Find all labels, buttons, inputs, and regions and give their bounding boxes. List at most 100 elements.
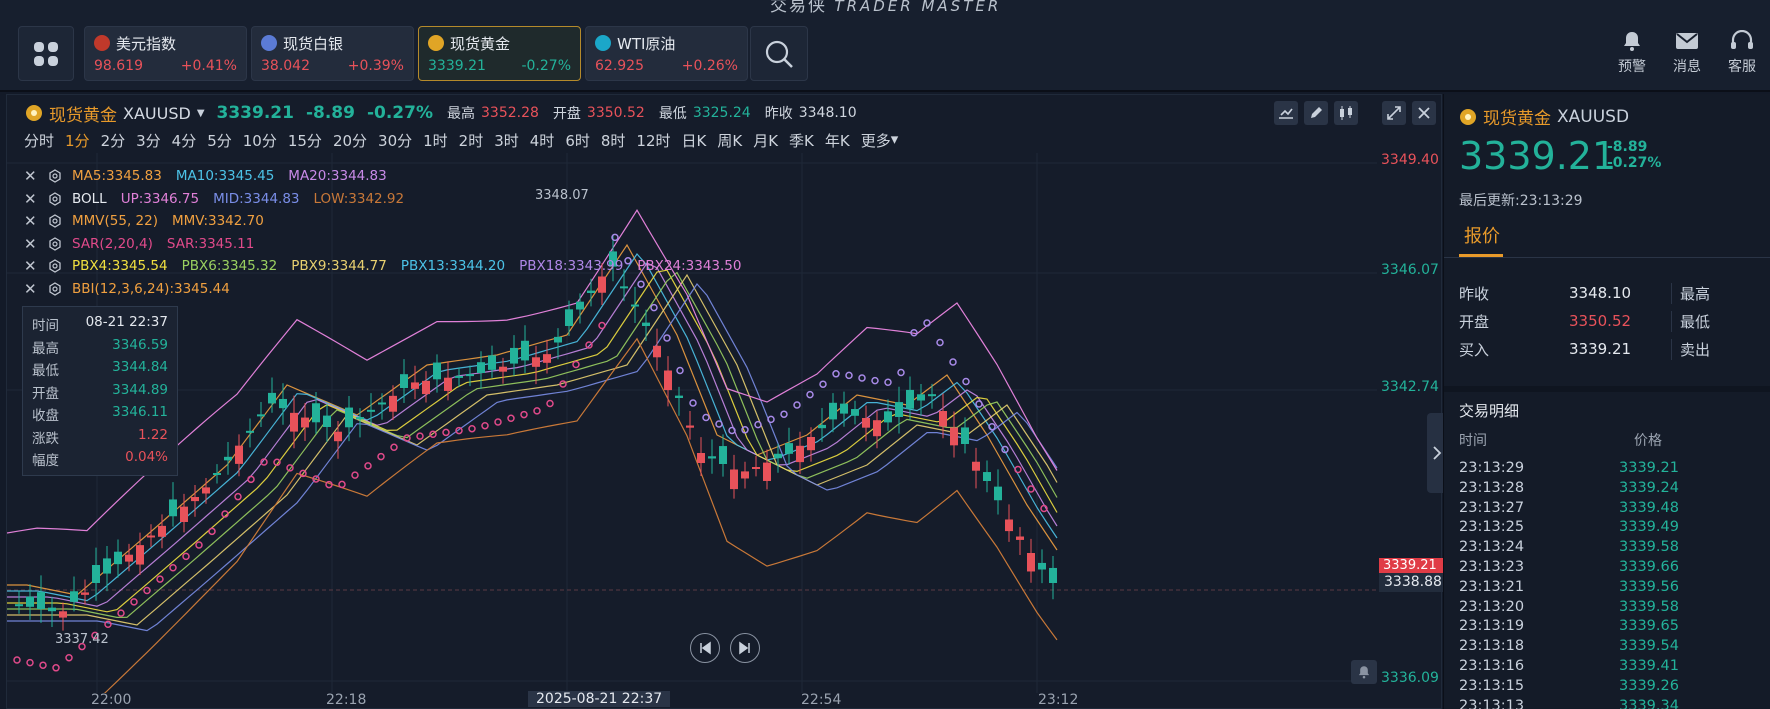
quote-symbol-code: XAUUSD <box>1557 106 1630 127</box>
period-tab[interactable]: 30分 <box>378 130 412 151</box>
open-value: 3350.52 <box>586 105 645 121</box>
candle-body <box>719 446 727 464</box>
tooltip-value: 1.22 <box>137 426 168 443</box>
candle-type-button[interactable] <box>1334 101 1358 125</box>
alert-button[interactable]: 预警 <box>1610 30 1654 76</box>
period-tab[interactable]: 5分 <box>207 130 232 151</box>
trade-detail-header: 时间 价格 <box>1459 430 1759 450</box>
ticker-name-row: 现货黄金 <box>428 31 571 55</box>
brand-title: 交易侠 TRADER MASTER <box>770 0 1001 16</box>
remove-indicator-icon[interactable]: ✕ <box>24 233 38 256</box>
trade-time: 23:13:28 <box>1459 479 1525 496</box>
period-tab[interactable]: 15分 <box>288 130 322 151</box>
trade-row: 23:13:15 3339.26 <box>1459 677 1759 697</box>
period-tab[interactable]: 更多 <box>861 130 891 151</box>
period-tab[interactable]: 4时 <box>530 130 555 151</box>
candle-body <box>411 382 419 389</box>
candle-body <box>268 392 276 404</box>
candle-body <box>290 412 298 432</box>
candle-body <box>543 354 551 363</box>
ticker-change: +0.41% <box>180 58 237 74</box>
x-tick-5: 23:12 <box>1038 692 1079 708</box>
low-label: 最低 <box>658 106 687 122</box>
candle-body <box>1049 567 1057 583</box>
period-tab[interactable]: 1分 <box>65 130 90 151</box>
tab-quote[interactable]: 报价 <box>1464 222 1500 248</box>
period-tab[interactable]: 3时 <box>494 130 519 151</box>
last-updated: 最后更新:23:13:29 <box>1459 193 1583 209</box>
period-tab[interactable]: 2分 <box>101 130 126 151</box>
sar-dot <box>897 368 905 377</box>
trade-price: 3339.26 <box>1619 677 1679 694</box>
sar-dot <box>572 360 580 369</box>
message-button[interactable]: 消息 <box>1665 30 1709 76</box>
period-tab[interactable]: 3分 <box>136 130 161 151</box>
indicator-tool-button[interactable] <box>1274 101 1298 125</box>
trade-time: 23:13:27 <box>1459 499 1525 516</box>
period-tab[interactable]: 6时 <box>565 130 590 151</box>
ticker-card[interactable]: 现货白银 38.042 +0.39% <box>251 26 414 81</box>
search-button[interactable] <box>750 26 808 81</box>
quote-value: 3348.10 <box>1569 284 1632 302</box>
period-tab[interactable]: 10分 <box>243 130 277 151</box>
period-tab[interactable]: 20分 <box>333 130 367 151</box>
service-button[interactable]: 客服 <box>1720 30 1764 76</box>
remove-indicator-icon[interactable]: ✕ <box>24 278 38 301</box>
period-tab[interactable]: 2时 <box>459 130 484 151</box>
candle-body <box>59 611 67 618</box>
trade-price: 3339.66 <box>1619 558 1679 575</box>
period-tab[interactable]: 季K <box>789 130 814 151</box>
ticker-name-row: 现货白银 <box>261 31 404 55</box>
trade-time: 23:13:13 <box>1459 697 1525 709</box>
candle-body <box>774 453 782 459</box>
menu-grid-button[interactable] <box>18 26 74 81</box>
settings-hex-icon[interactable] <box>48 281 62 296</box>
period-tab[interactable]: 月K <box>753 130 778 151</box>
candle-body <box>510 347 518 364</box>
period-tab[interactable]: 8时 <box>601 130 626 151</box>
candle-body <box>455 375 463 378</box>
remove-indicator-icon[interactable]: ✕ <box>24 165 38 188</box>
indicator-row: ✕ BOLL UP:3346.75 MID:3344.83 LOW:3342.92 <box>24 188 745 211</box>
remove-indicator-icon[interactable]: ✕ <box>24 255 38 278</box>
x-tick-4: 22:54 <box>801 692 842 708</box>
period-tab[interactable]: 年K <box>825 130 850 151</box>
price-alert-button[interactable] <box>1351 660 1377 684</box>
period-tab[interactable]: 分时 <box>24 130 54 151</box>
close-chart-button[interactable] <box>1412 101 1436 125</box>
ticker-card[interactable]: 美元指数 98.619 +0.41% <box>84 26 247 81</box>
settings-hex-icon[interactable] <box>48 236 62 251</box>
alert-label: 预警 <box>1618 59 1646 75</box>
more-dropdown-icon[interactable]: ▾ <box>891 130 899 151</box>
settings-hex-icon[interactable] <box>48 214 62 229</box>
candle-body <box>312 403 320 423</box>
period-tab[interactable]: 12时 <box>636 130 670 151</box>
trade-price: 3339.58 <box>1619 598 1679 615</box>
trade-row: 23:13:20 3339.58 <box>1459 598 1759 618</box>
period-tab[interactable]: 4分 <box>172 130 197 151</box>
ticker-card[interactable]: WTI原油 62.925 +0.26% <box>585 26 748 81</box>
symbol-dropdown-icon[interactable]: ▼ <box>197 108 205 119</box>
period-tabs: 分时 1分 2分 3分 4分 5分 10分 15分 20分 30分 1时 2时 3时 4时 6时 8时 12时日… <box>24 130 898 151</box>
candle-body <box>796 445 804 463</box>
candle-body <box>906 389 914 409</box>
replay-prev-button[interactable] <box>690 633 720 663</box>
sar-dot <box>442 428 450 437</box>
settings-hex-icon[interactable] <box>48 191 62 206</box>
tooltip-row: 幅度 0.04% <box>32 449 168 472</box>
settings-hex-icon[interactable] <box>48 259 62 274</box>
draw-tool-button[interactable] <box>1304 101 1328 125</box>
candle-body <box>950 427 958 446</box>
chart-symbol-code[interactable]: XAUUSD <box>123 104 191 123</box>
candle-body <box>477 362 485 373</box>
fullscreen-button[interactable] <box>1382 101 1406 125</box>
remove-indicator-icon[interactable]: ✕ <box>24 210 38 233</box>
ticker-card[interactable]: 现货黄金 3339.21 -0.27% <box>418 26 581 81</box>
period-tab[interactable]: 周K <box>717 130 742 151</box>
remove-indicator-icon[interactable]: ✕ <box>24 188 38 211</box>
replay-next-button[interactable] <box>730 633 760 663</box>
sar-dot <box>819 380 827 388</box>
period-tab[interactable]: 日K <box>682 130 707 151</box>
period-tab[interactable]: 1时 <box>423 130 448 151</box>
settings-hex-icon[interactable] <box>48 169 62 184</box>
